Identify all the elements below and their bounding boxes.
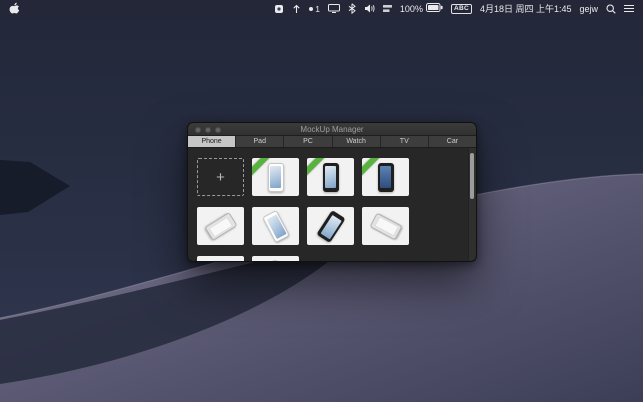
mockup-tile[interactable]	[197, 207, 244, 245]
phone-screen	[270, 166, 281, 188]
mockup-tile[interactable]	[307, 158, 354, 196]
battery-status[interactable]: 100%	[400, 3, 443, 14]
spotlight-icon[interactable]	[606, 4, 616, 14]
menu-clock[interactable]: 4月18日 周四 上午1:45	[480, 2, 572, 15]
mockup-tile[interactable]	[362, 207, 409, 245]
phone-screen	[265, 214, 285, 239]
tab-car[interactable]: Car	[429, 136, 476, 147]
mockup-grid: +	[188, 148, 464, 261]
phone-screen	[380, 166, 391, 188]
mockup-tile[interactable]	[197, 256, 244, 261]
close-button[interactable]	[195, 127, 201, 133]
tab-phone[interactable]: Phone	[188, 136, 236, 147]
window-titlebar[interactable]: MockUp Manager	[188, 123, 476, 136]
mockup-tile[interactable]	[252, 207, 299, 245]
phone-mockup	[262, 209, 290, 242]
bluetooth-icon[interactable]	[348, 3, 356, 14]
zoom-button[interactable]	[215, 127, 221, 133]
upload-arrow-icon[interactable]	[292, 4, 301, 14]
notification-count-label: 1	[315, 4, 320, 14]
app-status-icon[interactable]	[274, 4, 284, 14]
notification-count[interactable]: 1	[309, 4, 320, 14]
menu-status-icons: 1	[274, 3, 392, 14]
phone-mockup	[268, 163, 284, 192]
volume-icon[interactable]	[364, 4, 375, 13]
menu-username[interactable]: gejw	[579, 4, 598, 14]
stats-icon[interactable]	[383, 4, 392, 13]
phone-screen	[208, 216, 232, 237]
phone-screen	[325, 166, 336, 188]
tab-pad[interactable]: Pad	[236, 136, 284, 147]
plus-icon: +	[216, 170, 225, 185]
tab-pc[interactable]: PC	[284, 136, 332, 147]
phone-mockup	[323, 163, 339, 192]
mockup-tile[interactable]	[362, 158, 409, 196]
battery-percent-label: 100%	[400, 4, 423, 14]
mockup-grid-area: +	[188, 148, 476, 261]
notification-center-icon[interactable]	[624, 4, 634, 13]
menu-bar: 1 100% ABC 4月18日 周四 上午1:45 gejw	[0, 0, 643, 17]
phone-screen	[373, 216, 398, 236]
phone-mockup	[316, 209, 345, 242]
scrollbar-track[interactable]	[468, 148, 476, 261]
tab-tv[interactable]: TV	[381, 136, 429, 147]
phone-mockup	[378, 163, 394, 192]
phone-mockup	[213, 261, 229, 262]
mockup-tile[interactable]	[307, 207, 354, 245]
window-title: MockUp Manager	[300, 125, 363, 134]
minimize-button[interactable]	[205, 127, 211, 133]
display-icon[interactable]	[328, 4, 340, 13]
scrollbar-thumb[interactable]	[470, 153, 474, 199]
mockup-tile[interactable]	[252, 256, 299, 261]
tab-watch[interactable]: Watch	[333, 136, 381, 147]
battery-icon	[426, 3, 443, 14]
phone-mockup	[204, 212, 237, 241]
phone-mockup	[369, 212, 402, 240]
tab-bar: PhonePadPCWatchTVCar	[188, 136, 476, 148]
input-method-menu[interactable]: ABC	[451, 4, 472, 14]
phone-mockup	[262, 258, 290, 261]
mockup-manager-window: MockUp Manager PhonePadPCWatchTVCar +	[187, 122, 477, 262]
add-mockup-tile[interactable]: +	[197, 158, 244, 196]
apple-menu-icon[interactable]	[9, 2, 20, 15]
phone-screen	[320, 214, 341, 238]
traffic-lights	[195, 127, 221, 133]
mockup-tile[interactable]	[252, 158, 299, 196]
